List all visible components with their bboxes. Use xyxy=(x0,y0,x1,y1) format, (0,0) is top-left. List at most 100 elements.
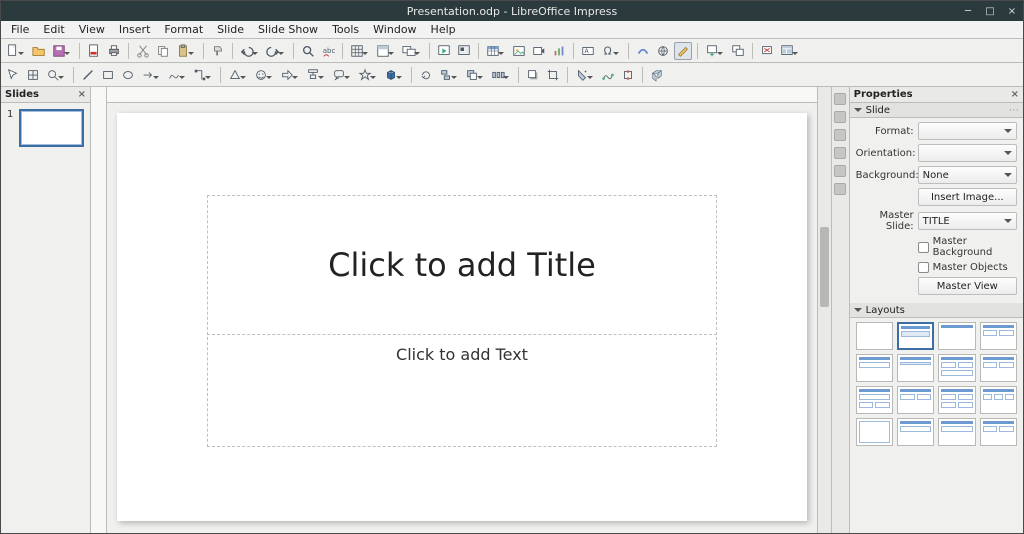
cut-button[interactable] xyxy=(134,42,152,60)
display-grid-button[interactable] xyxy=(348,42,366,60)
insert-textbox-button[interactable]: A xyxy=(579,42,597,60)
save-button[interactable] xyxy=(50,42,68,60)
insert-image-button[interactable] xyxy=(510,42,528,60)
layout-15[interactable] xyxy=(938,418,975,446)
3d-objects-tool[interactable] xyxy=(382,66,400,84)
zoom-pan-tool[interactable] xyxy=(24,66,42,84)
dock-animation-icon[interactable] xyxy=(834,129,846,141)
insert-table-button[interactable] xyxy=(484,42,502,60)
close-button[interactable]: × xyxy=(1005,4,1019,18)
menu-help[interactable]: Help xyxy=(425,21,462,38)
menu-window[interactable]: Window xyxy=(367,21,422,38)
master-background-checkbox[interactable] xyxy=(918,242,929,253)
menu-tools[interactable]: Tools xyxy=(326,21,365,38)
slide-section-more-icon[interactable]: ⋯ xyxy=(1009,105,1019,116)
print-button[interactable] xyxy=(105,42,123,60)
new-document-button[interactable] xyxy=(4,42,22,60)
copy-button[interactable] xyxy=(154,42,172,60)
delete-slide-button[interactable] xyxy=(758,42,776,60)
layout-10[interactable] xyxy=(897,386,934,414)
layout-title-content[interactable] xyxy=(897,322,934,350)
find-replace-button[interactable] xyxy=(299,42,317,60)
dock-properties-icon[interactable] xyxy=(834,93,846,105)
maximize-button[interactable]: □ xyxy=(983,4,997,18)
vertical-scrollbar[interactable] xyxy=(817,87,831,533)
rotate-tool[interactable] xyxy=(417,66,435,84)
ellipse-tool[interactable] xyxy=(119,66,137,84)
insert-hyperlink-button[interactable] xyxy=(654,42,672,60)
duplicate-slide-button[interactable] xyxy=(729,42,747,60)
line-tool[interactable] xyxy=(79,66,97,84)
points-tool[interactable] xyxy=(599,66,617,84)
distribute-tool[interactable] xyxy=(489,66,507,84)
toggle-extrusion-button[interactable] xyxy=(648,66,666,84)
master-objects-checkbox[interactable] xyxy=(918,262,929,273)
insert-fontwork-button[interactable] xyxy=(634,42,652,60)
clone-formatting-button[interactable] xyxy=(209,42,227,60)
open-button[interactable] xyxy=(30,42,48,60)
layout-14[interactable] xyxy=(897,418,934,446)
flowchart-tool[interactable] xyxy=(304,66,322,84)
layout-11[interactable] xyxy=(938,386,975,414)
spellcheck-button[interactable]: abc xyxy=(319,42,337,60)
curve-tool[interactable] xyxy=(165,66,183,84)
export-pdf-button[interactable] xyxy=(85,42,103,60)
layout-13[interactable] xyxy=(856,418,893,446)
minimize-button[interactable]: ─ xyxy=(961,4,975,18)
slides-panel-close-icon[interactable]: × xyxy=(78,89,86,100)
menu-view[interactable]: View xyxy=(73,21,111,38)
select-tool[interactable] xyxy=(4,66,22,84)
start-first-button[interactable] xyxy=(435,42,453,60)
dock-navigator-icon[interactable] xyxy=(834,183,846,195)
master-view-button[interactable]: Master View xyxy=(918,277,1017,295)
align-tool[interactable] xyxy=(437,66,455,84)
rectangle-tool[interactable] xyxy=(99,66,117,84)
stars-tool[interactable] xyxy=(356,66,374,84)
layout-two-content[interactable] xyxy=(980,322,1017,350)
paste-button[interactable] xyxy=(174,42,192,60)
master-slide-combo[interactable]: TITLE xyxy=(918,212,1017,230)
undo-button[interactable] xyxy=(238,42,256,60)
slide-workspace[interactable]: Click to add Title Click to add Text xyxy=(107,103,817,533)
menu-insert[interactable]: Insert xyxy=(113,21,157,38)
layout-7[interactable] xyxy=(938,354,975,382)
redo-button[interactable] xyxy=(264,42,282,60)
layout-5[interactable] xyxy=(856,354,893,382)
insert-special-char-button[interactable]: Ω xyxy=(599,42,617,60)
connector-tool[interactable] xyxy=(191,66,209,84)
basic-shapes-tool[interactable] xyxy=(226,66,244,84)
layout-9[interactable] xyxy=(856,386,893,414)
menu-edit[interactable]: Edit xyxy=(37,21,70,38)
display-views-button[interactable] xyxy=(374,42,392,60)
slide-thumbnail-1[interactable] xyxy=(19,109,84,147)
layout-8[interactable] xyxy=(980,354,1017,382)
dock-master-slides-icon[interactable] xyxy=(834,147,846,159)
filter-tool[interactable] xyxy=(573,66,591,84)
layouts-section-header[interactable]: Layouts xyxy=(850,303,1023,318)
dock-slide-transition-icon[interactable] xyxy=(834,111,846,123)
shadow-tool[interactable] xyxy=(524,66,542,84)
layout-title-only[interactable] xyxy=(938,322,975,350)
menu-slideshow[interactable]: Slide Show xyxy=(252,21,324,38)
menu-file[interactable]: File xyxy=(5,21,35,38)
layout-12[interactable] xyxy=(980,386,1017,414)
callout-tool[interactable] xyxy=(330,66,348,84)
new-slide-button[interactable] xyxy=(703,42,721,60)
insert-chart-button[interactable] xyxy=(550,42,568,60)
master-slide-button[interactable] xyxy=(400,42,418,60)
crop-tool[interactable] xyxy=(544,66,562,84)
block-arrows-tool[interactable] xyxy=(278,66,296,84)
properties-panel-close-icon[interactable]: × xyxy=(1011,89,1019,100)
menu-format[interactable]: Format xyxy=(158,21,209,38)
slide-layout-button[interactable] xyxy=(778,42,796,60)
slide-section-header[interactable]: Slide ⋯ xyxy=(850,103,1023,118)
slide-canvas[interactable]: Click to add Title Click to add Text xyxy=(117,113,807,521)
orientation-combo[interactable] xyxy=(918,144,1017,162)
gluepoints-tool[interactable] xyxy=(619,66,637,84)
insert-image-button-panel[interactable]: Insert Image... xyxy=(918,188,1017,206)
dock-gallery-icon[interactable] xyxy=(834,165,846,177)
content-placeholder[interactable]: Click to add Text xyxy=(207,337,717,447)
line-arrow-tool[interactable] xyxy=(139,66,157,84)
layout-blank[interactable] xyxy=(856,322,893,350)
arrange-tool[interactable] xyxy=(463,66,481,84)
